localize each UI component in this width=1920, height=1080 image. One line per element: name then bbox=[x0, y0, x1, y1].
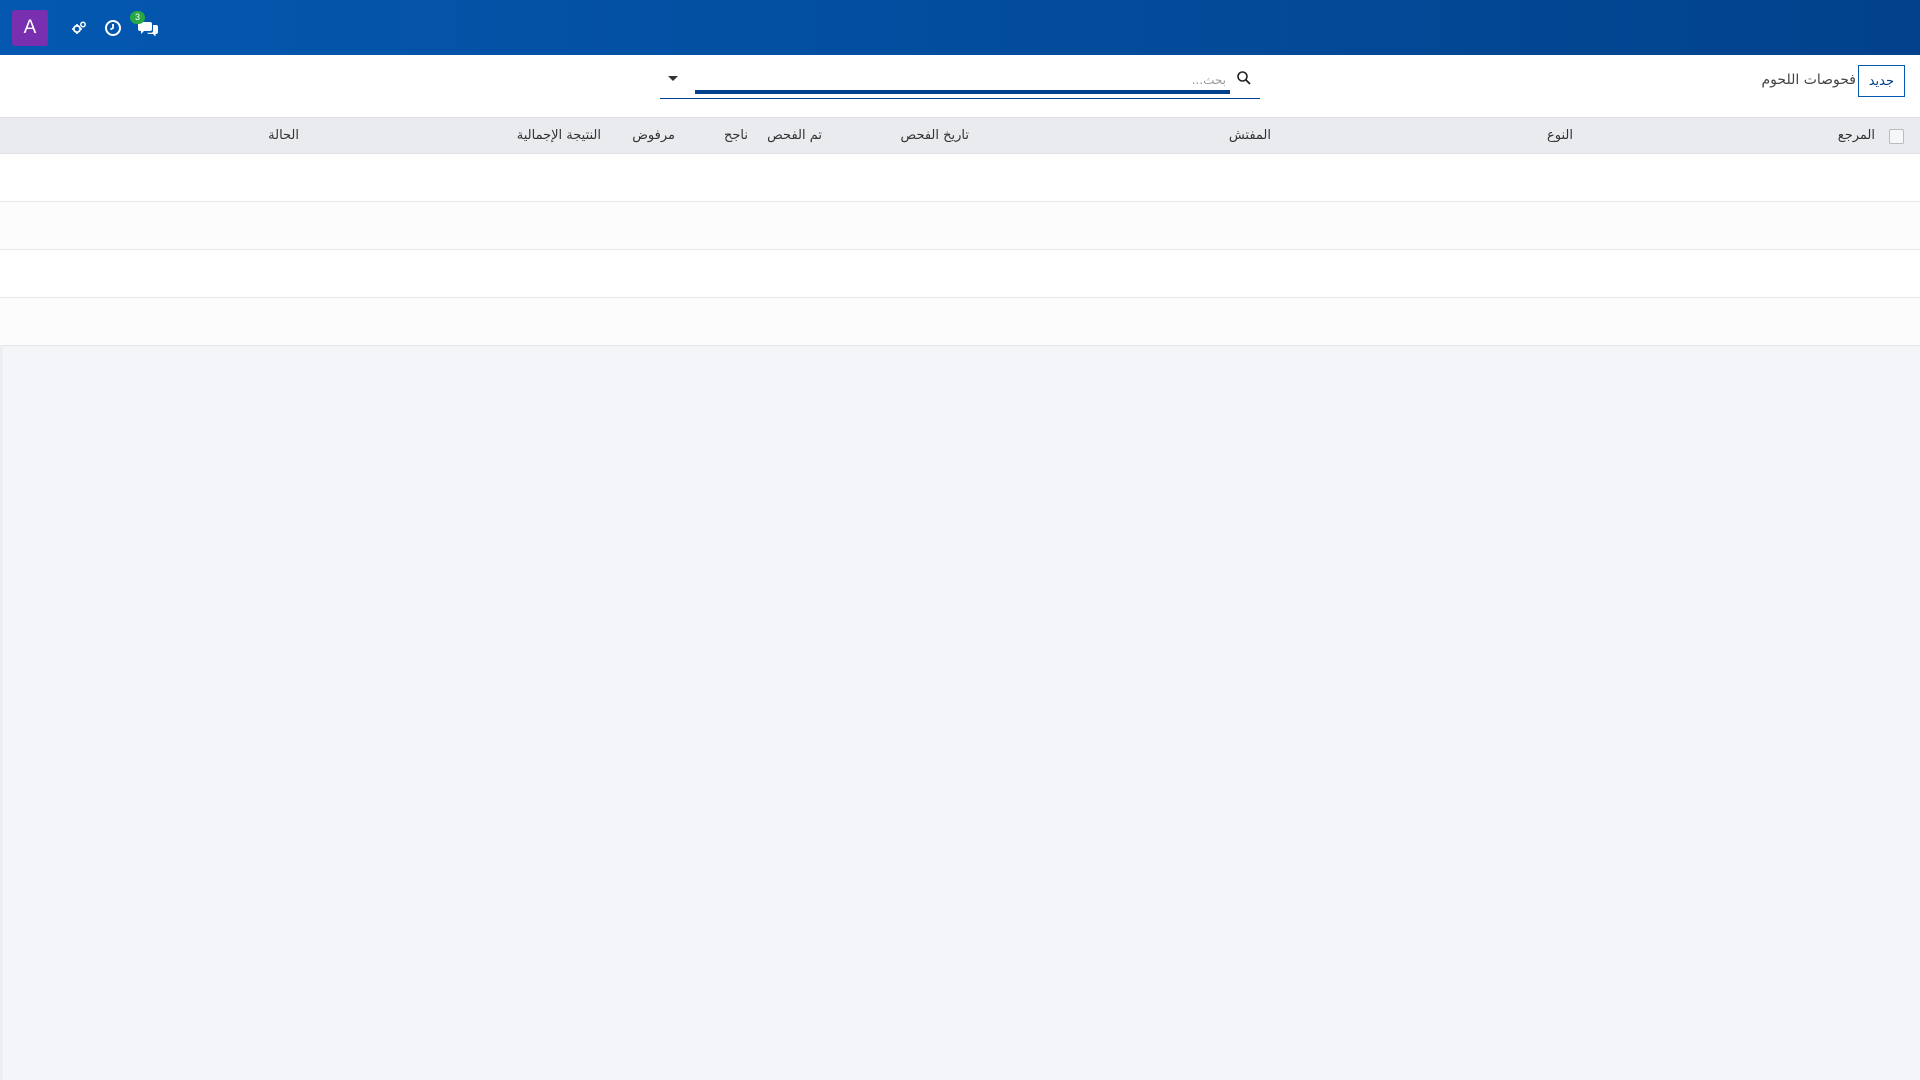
column-header-inspector[interactable]: المفتش bbox=[1229, 128, 1271, 143]
column-header-status[interactable]: الحالة bbox=[268, 128, 299, 143]
navbar-user-area: A 3 bbox=[12, 10, 162, 46]
column-header-overall-result[interactable]: النتيجة الإجمالية bbox=[517, 128, 601, 143]
control-panel: جديد فحوصات اللحوم bbox=[0, 55, 1920, 117]
column-header-inspected[interactable]: تم الفحص bbox=[767, 128, 822, 143]
table-row bbox=[0, 202, 1920, 250]
new-button[interactable]: جديد bbox=[1857, 65, 1905, 97]
search-options-dropdown-icon[interactable] bbox=[666, 71, 680, 85]
chat-badge: 3 bbox=[130, 11, 145, 24]
table-row bbox=[0, 250, 1920, 298]
breadcrumb[interactable]: فحوصات اللحوم bbox=[1762, 72, 1856, 88]
column-header-reference[interactable]: المرجع bbox=[1838, 128, 1875, 143]
select-all-checkbox[interactable] bbox=[1889, 129, 1904, 144]
table-row bbox=[0, 298, 1920, 346]
top-navbar: A 3 bbox=[0, 0, 1920, 55]
avatar[interactable]: A bbox=[12, 10, 48, 46]
list-table: المرجع النوع المفتش تاريخ الفحص تم الفحص… bbox=[0, 117, 1920, 346]
search-icon bbox=[1237, 71, 1251, 85]
search-underline bbox=[660, 98, 1260, 99]
chat-icon[interactable]: 3 bbox=[130, 11, 162, 39]
search-input[interactable] bbox=[695, 69, 1230, 91]
clock-icon[interactable] bbox=[102, 17, 124, 39]
table-row bbox=[0, 154, 1920, 202]
column-header-rejected[interactable]: مرفوض bbox=[632, 128, 675, 143]
settings-icon[interactable] bbox=[68, 17, 90, 39]
column-header-passed[interactable]: ناجح bbox=[724, 128, 748, 143]
left-edge-shade bbox=[0, 345, 3, 1080]
table-header: المرجع النوع المفتش تاريخ الفحص تم الفحص… bbox=[0, 117, 1920, 154]
column-header-type[interactable]: النوع bbox=[1547, 128, 1573, 143]
column-header-inspection-date[interactable]: تاريخ الفحص bbox=[901, 128, 969, 143]
search-bar bbox=[660, 65, 1260, 99]
